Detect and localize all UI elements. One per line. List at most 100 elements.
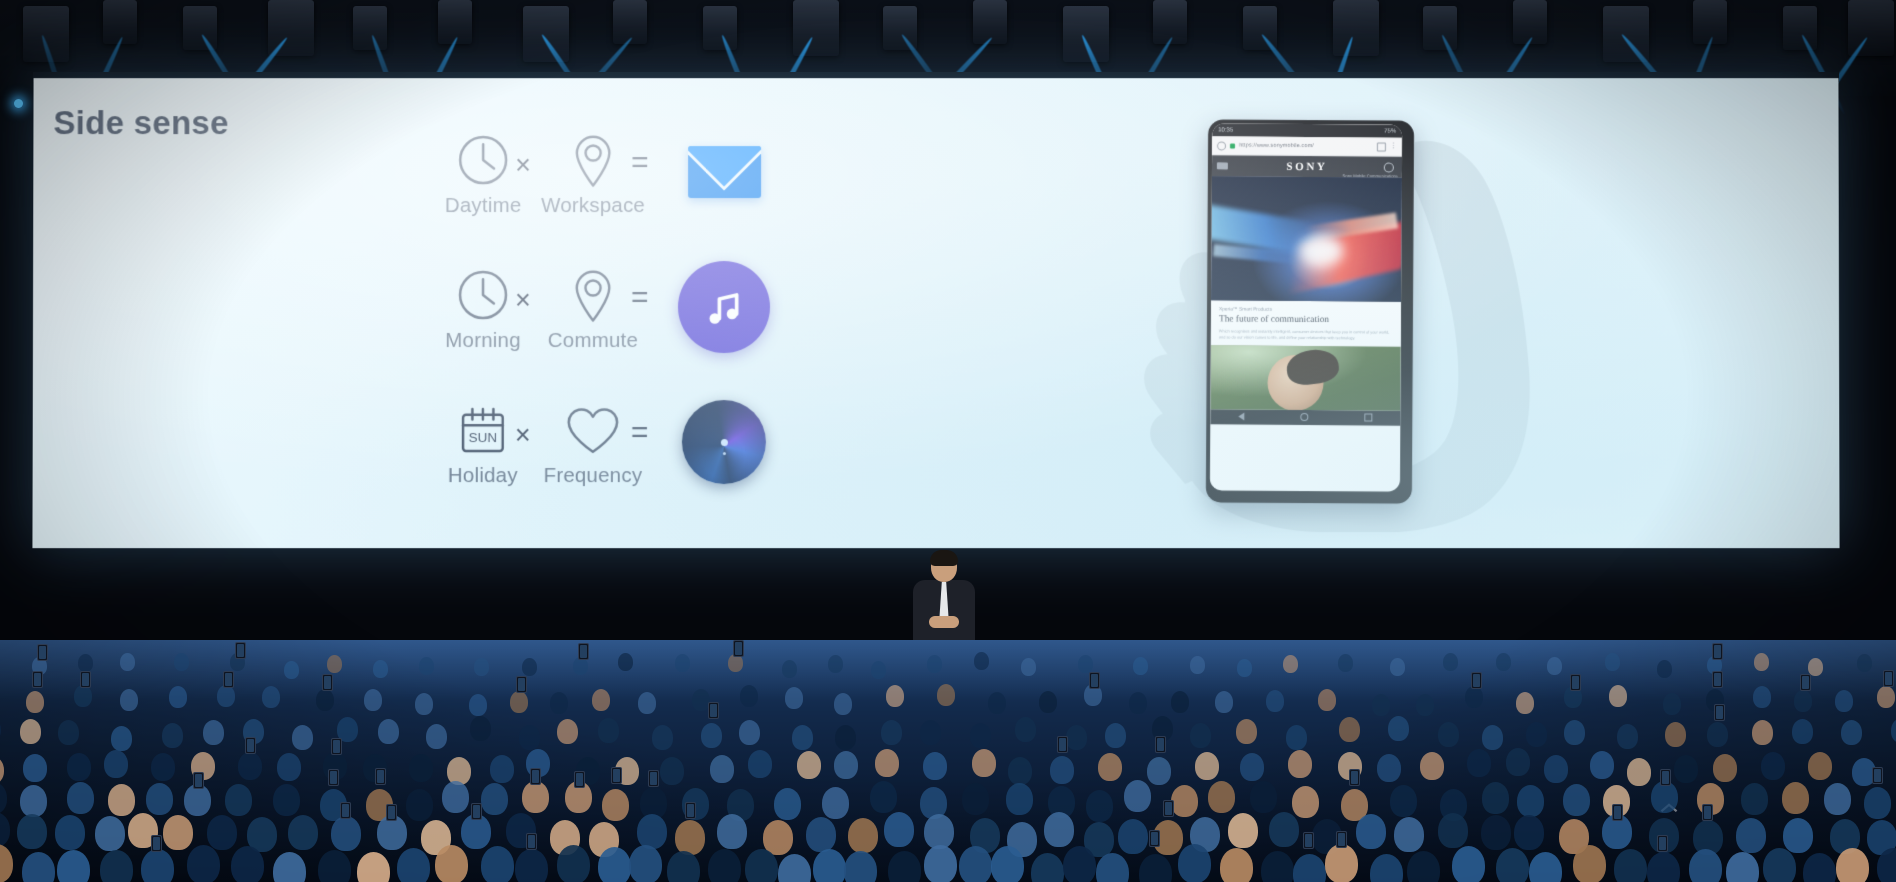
stage-light bbox=[883, 6, 917, 50]
audience-member bbox=[67, 782, 94, 814]
android-nav-bar bbox=[1210, 409, 1400, 425]
audience-member bbox=[924, 814, 954, 849]
audience-member bbox=[1689, 849, 1722, 882]
audience-member bbox=[1006, 783, 1033, 815]
audience-member bbox=[806, 817, 836, 852]
audience-member bbox=[1835, 690, 1853, 712]
search-icon[interactable] bbox=[1384, 162, 1394, 172]
audience-member bbox=[1288, 750, 1312, 778]
page-title: Side sense bbox=[53, 104, 228, 142]
audience-phone bbox=[322, 674, 333, 691]
audience-member bbox=[1008, 757, 1032, 785]
audience-member bbox=[988, 692, 1006, 714]
audience-member bbox=[774, 788, 801, 820]
hand-holding-phone-illustration: 10:35 75% https://www.sonymobile.com/ ⋮ bbox=[1043, 102, 1603, 532]
stage-light bbox=[793, 0, 839, 56]
audience-member bbox=[1877, 686, 1895, 708]
audience-member bbox=[710, 755, 734, 783]
recents-icon[interactable] bbox=[1364, 414, 1372, 422]
audience-phone bbox=[578, 643, 589, 660]
audience-member bbox=[1377, 754, 1401, 782]
audience-member bbox=[1220, 848, 1253, 882]
audience-member bbox=[1236, 719, 1257, 744]
audience-phone bbox=[1570, 674, 1581, 691]
slide-side-sense: Side sense Daytime × Workspace = Morning… bbox=[32, 78, 1839, 548]
audience-member bbox=[1190, 723, 1211, 748]
overflow-menu-icon[interactable]: ⋮ bbox=[1390, 144, 1397, 150]
audience-member bbox=[1325, 844, 1358, 882]
audience-member bbox=[58, 720, 79, 745]
audience-member bbox=[1443, 653, 1458, 671]
audience-member bbox=[618, 653, 633, 671]
browser-url-bar[interactable]: https://www.sonymobile.com/ ⋮ bbox=[1212, 136, 1402, 156]
audience-member bbox=[203, 720, 224, 745]
audience-member bbox=[217, 685, 235, 707]
audience-member bbox=[470, 716, 491, 741]
audience-member bbox=[598, 718, 619, 743]
audience-member bbox=[481, 783, 508, 815]
audience-member bbox=[0, 717, 1, 742]
stage-light bbox=[1783, 6, 1817, 50]
audience-member bbox=[1318, 689, 1336, 711]
audience-member bbox=[409, 754, 433, 782]
result-email-app[interactable] bbox=[676, 124, 772, 220]
audience-member bbox=[748, 750, 772, 778]
audience-member bbox=[1388, 716, 1409, 741]
audience-member bbox=[1044, 812, 1074, 847]
audience-member bbox=[1496, 848, 1529, 882]
audience-member bbox=[1707, 722, 1728, 747]
audience-phone bbox=[386, 804, 397, 821]
audience-member bbox=[1573, 845, 1606, 882]
audience-member bbox=[834, 751, 858, 779]
result-xperia-assist-app[interactable] bbox=[676, 394, 772, 490]
audience-member bbox=[1674, 755, 1698, 783]
audience-member bbox=[1039, 691, 1057, 713]
audience-member bbox=[262, 686, 280, 708]
audience-member bbox=[1467, 749, 1491, 777]
article-eyebrow: Xperia™ Smart Products bbox=[1219, 307, 1393, 313]
audience-member bbox=[1605, 653, 1620, 671]
audience-member bbox=[875, 749, 899, 777]
audience-member bbox=[415, 693, 433, 715]
result-music-app[interactable] bbox=[676, 259, 772, 355]
audience-member bbox=[638, 692, 656, 714]
audience-member bbox=[739, 720, 760, 745]
audience-phone bbox=[526, 833, 537, 850]
audience-member bbox=[675, 820, 705, 855]
audience-phone bbox=[1712, 643, 1723, 660]
audience-member bbox=[1098, 753, 1122, 781]
audience-member bbox=[728, 654, 743, 672]
audience-member bbox=[187, 845, 220, 882]
back-icon[interactable] bbox=[1238, 413, 1244, 421]
audience-member bbox=[1763, 848, 1796, 882]
audience-member bbox=[318, 850, 351, 882]
home-icon[interactable] bbox=[1300, 413, 1308, 421]
audience-member bbox=[1096, 853, 1129, 882]
audience-phone bbox=[331, 738, 342, 755]
audience-member bbox=[1266, 690, 1284, 712]
audience-member bbox=[1647, 852, 1680, 882]
audience-member bbox=[435, 845, 468, 882]
hamburger-menu-icon[interactable] bbox=[1217, 162, 1228, 169]
home-icon[interactable] bbox=[1217, 141, 1226, 150]
audience-member bbox=[1339, 717, 1360, 742]
audience-member bbox=[1390, 785, 1417, 817]
audience-phone bbox=[1872, 767, 1883, 784]
audience-member bbox=[1891, 718, 1896, 743]
audience-member bbox=[598, 847, 631, 882]
audience-member bbox=[20, 719, 41, 744]
audience-member bbox=[169, 686, 187, 708]
audience-phone bbox=[1800, 674, 1811, 691]
audience-member bbox=[522, 658, 537, 676]
audience-phone bbox=[1660, 769, 1671, 786]
equals-operator: = bbox=[631, 416, 649, 450]
tabs-icon[interactable] bbox=[1377, 142, 1386, 151]
audience-member bbox=[1438, 722, 1459, 747]
stage-light bbox=[1063, 6, 1109, 62]
audience-member bbox=[1627, 758, 1651, 786]
audience-member bbox=[207, 815, 237, 850]
audience-phone bbox=[1657, 835, 1668, 852]
audience-member bbox=[1066, 725, 1087, 750]
audience-phone bbox=[1155, 736, 1166, 753]
audience-member bbox=[629, 845, 662, 882]
